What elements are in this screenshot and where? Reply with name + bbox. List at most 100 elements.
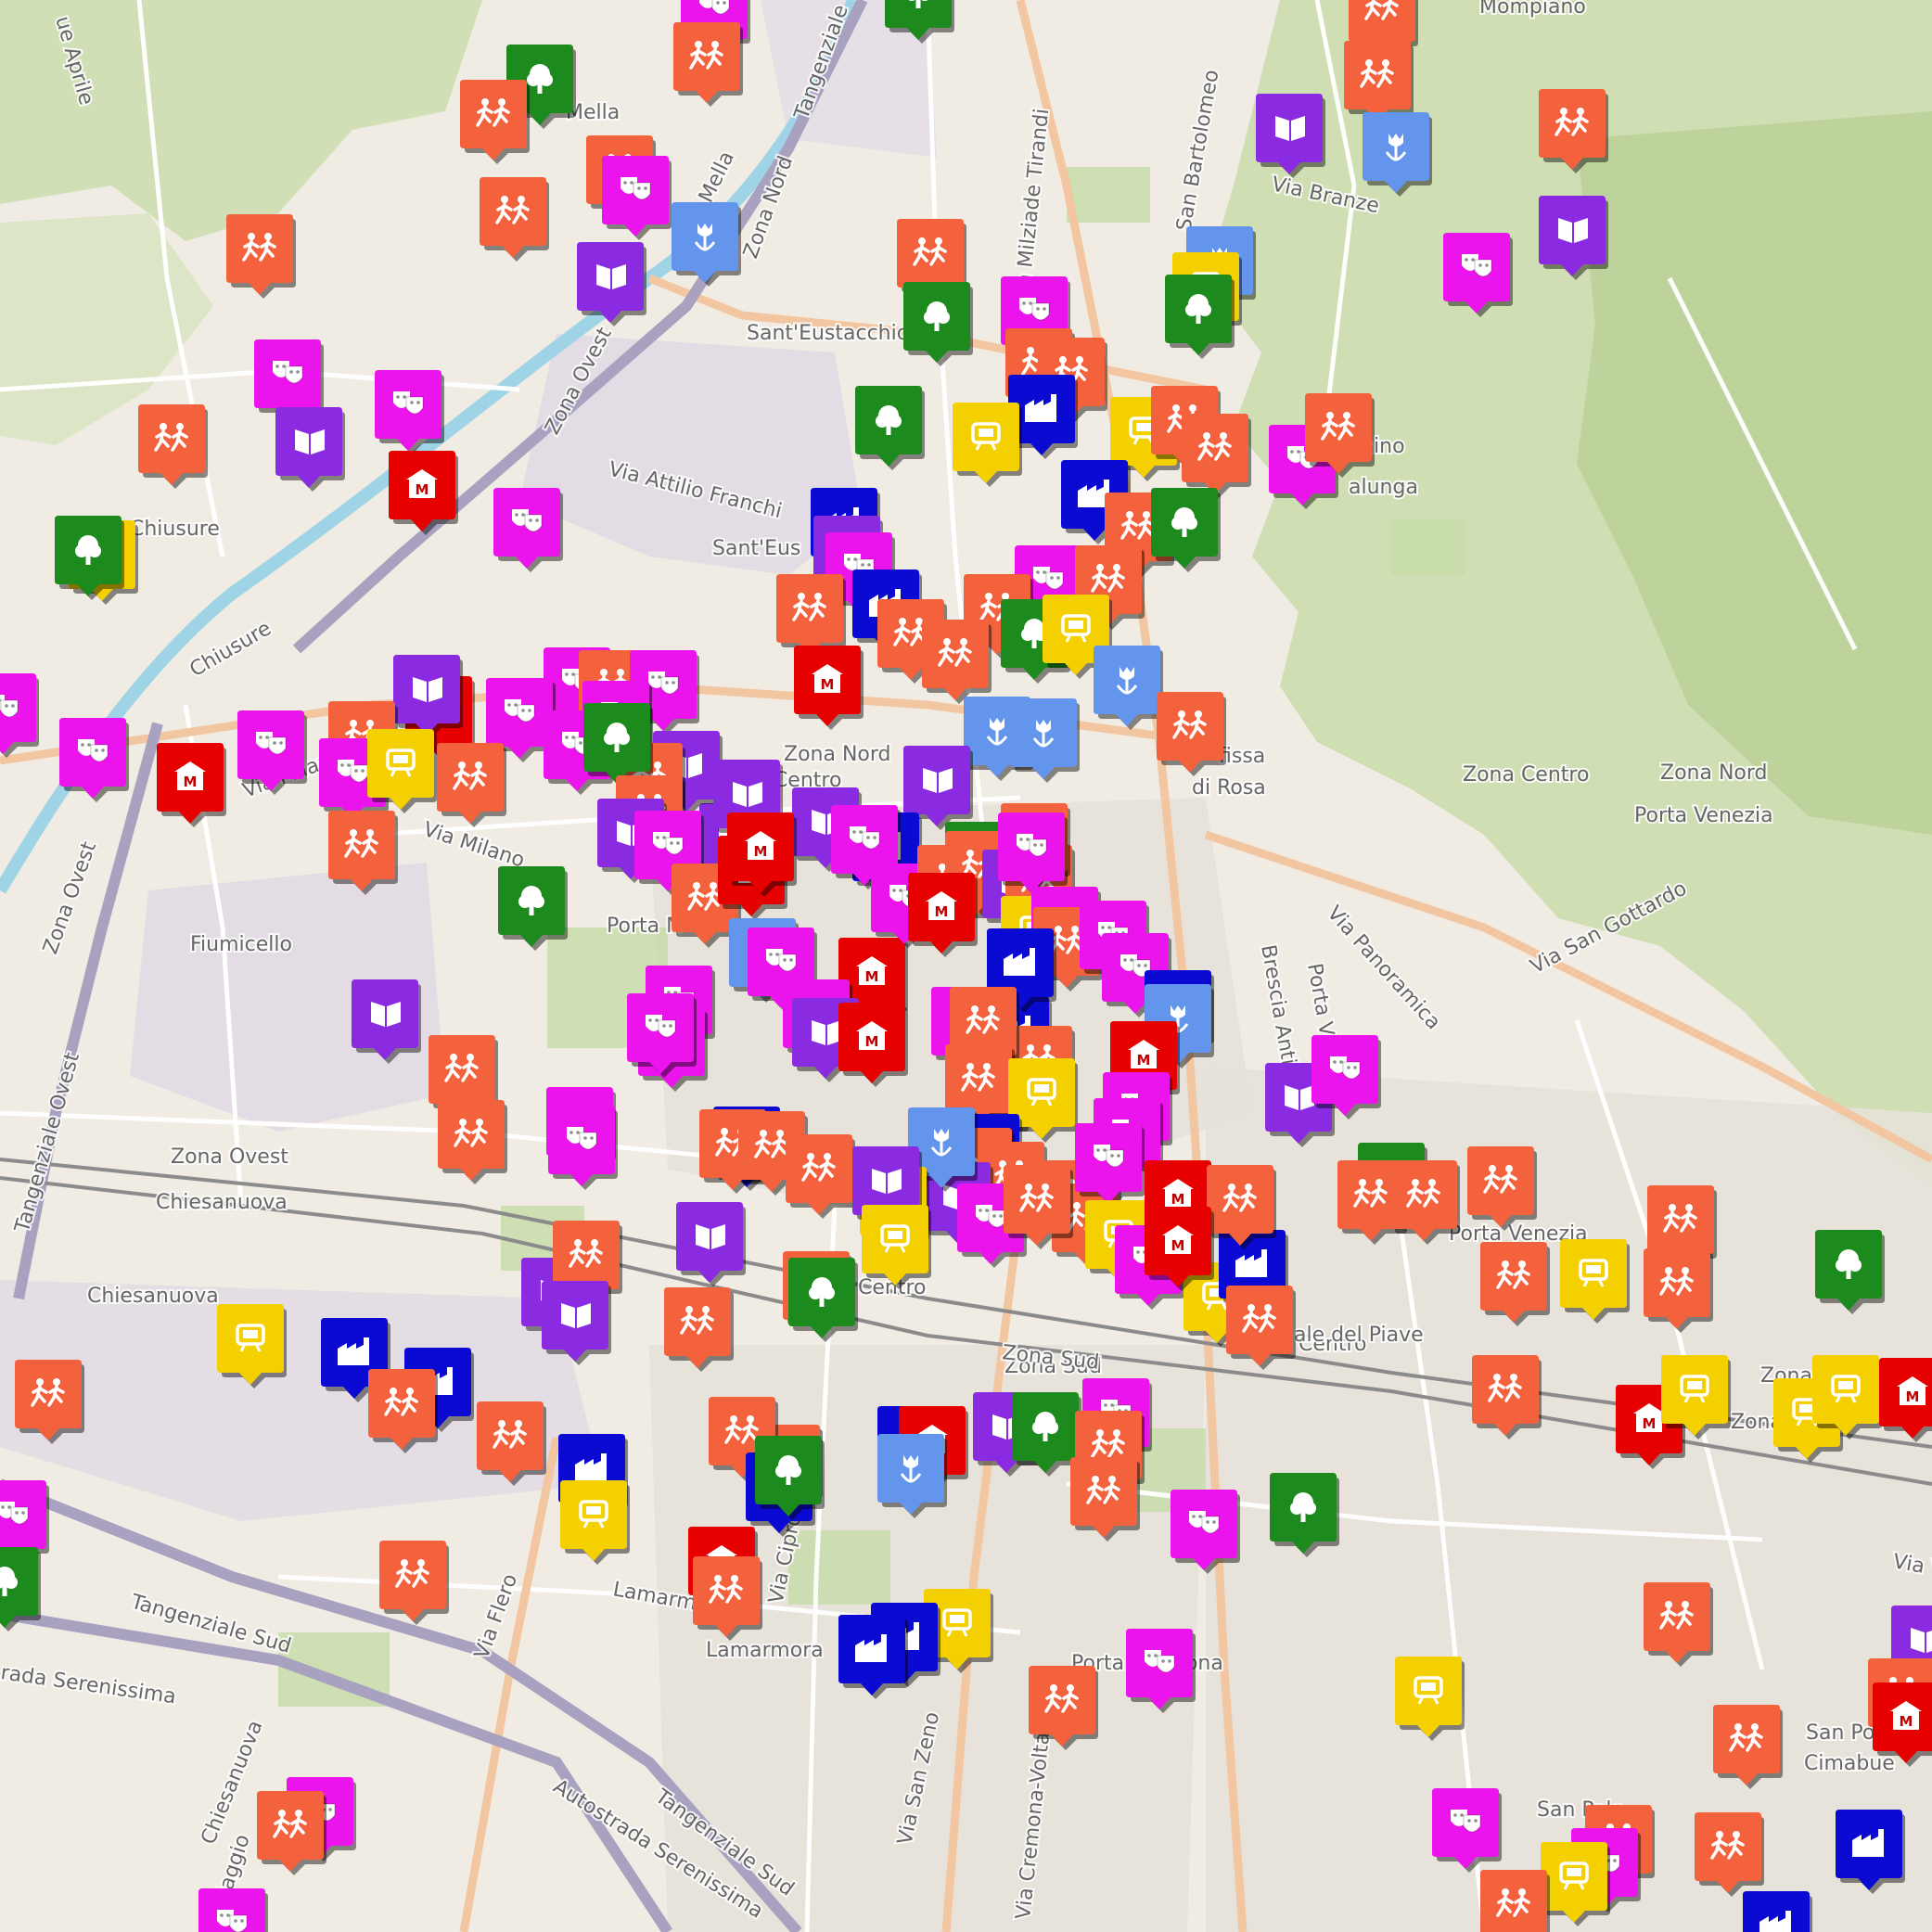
map-marker-garden[interactable] — [672, 202, 741, 287]
map-marker-library[interactable] — [542, 1281, 611, 1365]
map-marker-library[interactable] — [352, 979, 421, 1064]
map-marker-monument[interactable]: M — [1879, 1358, 1932, 1442]
map-marker-park[interactable] — [55, 516, 124, 600]
map-marker-theatre[interactable] — [198, 1888, 268, 1932]
map-marker-theatre[interactable] — [1075, 1123, 1145, 1208]
map-marker-monument[interactable]: M — [157, 743, 226, 827]
map-marker-park[interactable] — [1165, 275, 1235, 359]
map-marker-theatre[interactable] — [375, 370, 444, 454]
map-marker-park[interactable] — [0, 1547, 41, 1631]
map-marker-cinema[interactable] — [862, 1205, 931, 1289]
map-marker-sport[interactable] — [460, 80, 530, 164]
map-marker-sport[interactable] — [786, 1134, 855, 1219]
map-marker-theatre[interactable] — [1126, 1629, 1196, 1713]
map-marker-sport[interactable] — [1713, 1705, 1783, 1789]
map-marker-park[interactable] — [755, 1436, 825, 1520]
map-marker-garden[interactable] — [1010, 698, 1080, 783]
place-label: Zona Nord — [1660, 761, 1768, 785]
map-marker-sport[interactable] — [1539, 89, 1608, 173]
map-marker-sport[interactable] — [1070, 1457, 1140, 1542]
map-marker-sport[interactable] — [368, 1369, 438, 1453]
map-marker-industry[interactable] — [1743, 1891, 1812, 1932]
map-marker-monument[interactable]: M — [727, 812, 797, 897]
map-marker-monument[interactable]: M — [389, 451, 458, 535]
map-marker-sport[interactable] — [379, 1541, 449, 1625]
map-marker-sport[interactable] — [1480, 1870, 1550, 1932]
map-marker-sport[interactable] — [1480, 1242, 1550, 1326]
map-marker-sport[interactable] — [1182, 414, 1251, 498]
map-marker-sport[interactable] — [693, 1556, 762, 1641]
map-marker-sport[interactable] — [1644, 1582, 1713, 1667]
map-marker-park[interactable] — [903, 282, 973, 366]
map-marker-cinema[interactable] — [1395, 1657, 1465, 1741]
map-marker-sport[interactable] — [226, 214, 296, 299]
map-marker-sport[interactable] — [1207, 1165, 1276, 1249]
map-marker-sport[interactable] — [922, 620, 992, 704]
map-marker-sport[interactable] — [477, 1401, 546, 1486]
map-marker-park[interactable] — [855, 386, 925, 470]
map-marker-sport[interactable] — [1029, 1666, 1098, 1750]
map-marker-theatre[interactable] — [1171, 1490, 1240, 1574]
map-marker-sport[interactable] — [664, 1287, 734, 1372]
map-marker-cinema[interactable] — [1661, 1355, 1731, 1439]
map-marker-park[interactable] — [1151, 488, 1221, 572]
map-marker-library[interactable] — [676, 1202, 746, 1286]
map-marker-library[interactable] — [275, 407, 345, 492]
map-marker-sport[interactable] — [673, 22, 743, 107]
map-marker-theatre[interactable] — [548, 1106, 618, 1190]
map-marker-library[interactable] — [1539, 196, 1608, 280]
map-canvas[interactable]: Mompiano Mella Chiusure Sant'Eustacchio … — [0, 0, 1932, 1932]
map-marker-library[interactable] — [1256, 94, 1325, 178]
map-marker-industry[interactable] — [1836, 1810, 1905, 1894]
map-marker-library[interactable] — [577, 242, 646, 326]
map-marker-library[interactable] — [393, 655, 463, 739]
map-marker-cinema[interactable] — [1541, 1842, 1610, 1926]
map-marker-garden[interactable] — [877, 1434, 947, 1518]
map-marker-cinema[interactable] — [217, 1304, 287, 1388]
map-marker-sport[interactable] — [1305, 393, 1375, 478]
map-marker-sport[interactable] — [1644, 1248, 1713, 1333]
map-marker-sport[interactable] — [15, 1360, 84, 1444]
map-marker-sport[interactable] — [1467, 1146, 1537, 1231]
map-marker-theatre[interactable] — [0, 673, 39, 758]
map-marker-sport[interactable] — [1226, 1286, 1296, 1370]
map-marker-monument[interactable]: M — [794, 646, 864, 730]
map-marker-monument[interactable]: M — [908, 873, 978, 957]
map-marker-sport[interactable] — [438, 1100, 507, 1184]
map-marker-monument[interactable]: M — [1145, 1207, 1214, 1291]
map-marker-park[interactable] — [583, 703, 653, 787]
map-marker-sport[interactable] — [480, 177, 549, 262]
map-marker-monument[interactable]: M — [838, 1003, 908, 1087]
map-marker-garden[interactable] — [1094, 646, 1163, 730]
map-marker-garden[interactable] — [1363, 112, 1432, 197]
map-marker-sport[interactable] — [257, 1791, 326, 1875]
map-marker-theatre[interactable] — [1443, 233, 1513, 317]
map-marker-sport[interactable] — [328, 811, 398, 895]
map-marker-theatre[interactable] — [493, 488, 563, 572]
map-marker-theatre[interactable] — [998, 812, 1068, 897]
map-marker-park[interactable] — [498, 866, 568, 951]
map-marker-theatre[interactable] — [237, 710, 307, 795]
map-marker-park[interactable] — [788, 1258, 858, 1342]
map-marker-theatre[interactable] — [1311, 1035, 1381, 1120]
map-marker-cinema[interactable] — [953, 403, 1022, 487]
map-marker-cinema[interactable] — [1812, 1355, 1882, 1439]
map-marker-industry[interactable] — [838, 1615, 908, 1699]
map-marker-monument[interactable]: M — [1873, 1683, 1932, 1767]
map-marker-theatre[interactable] — [59, 718, 129, 802]
map-marker-sport[interactable] — [1004, 1165, 1073, 1249]
map-marker-theatre[interactable] — [1432, 1788, 1502, 1873]
map-marker-sport[interactable] — [1390, 1160, 1460, 1245]
map-marker-cinema[interactable] — [367, 729, 437, 813]
map-marker-park[interactable] — [1815, 1230, 1885, 1314]
map-marker-theatre[interactable] — [627, 993, 697, 1078]
map-marker-park[interactable] — [1270, 1473, 1339, 1557]
map-marker-cinema[interactable] — [1560, 1239, 1630, 1324]
map-marker-sport[interactable] — [437, 743, 506, 827]
map-marker-sport[interactable] — [1472, 1355, 1542, 1439]
map-marker-sport[interactable] — [138, 404, 208, 489]
map-marker-cinema[interactable] — [560, 1480, 630, 1565]
map-marker-theatre[interactable] — [602, 156, 672, 240]
map-marker-sport[interactable] — [1157, 692, 1226, 776]
map-marker-sport[interactable] — [1695, 1812, 1764, 1897]
